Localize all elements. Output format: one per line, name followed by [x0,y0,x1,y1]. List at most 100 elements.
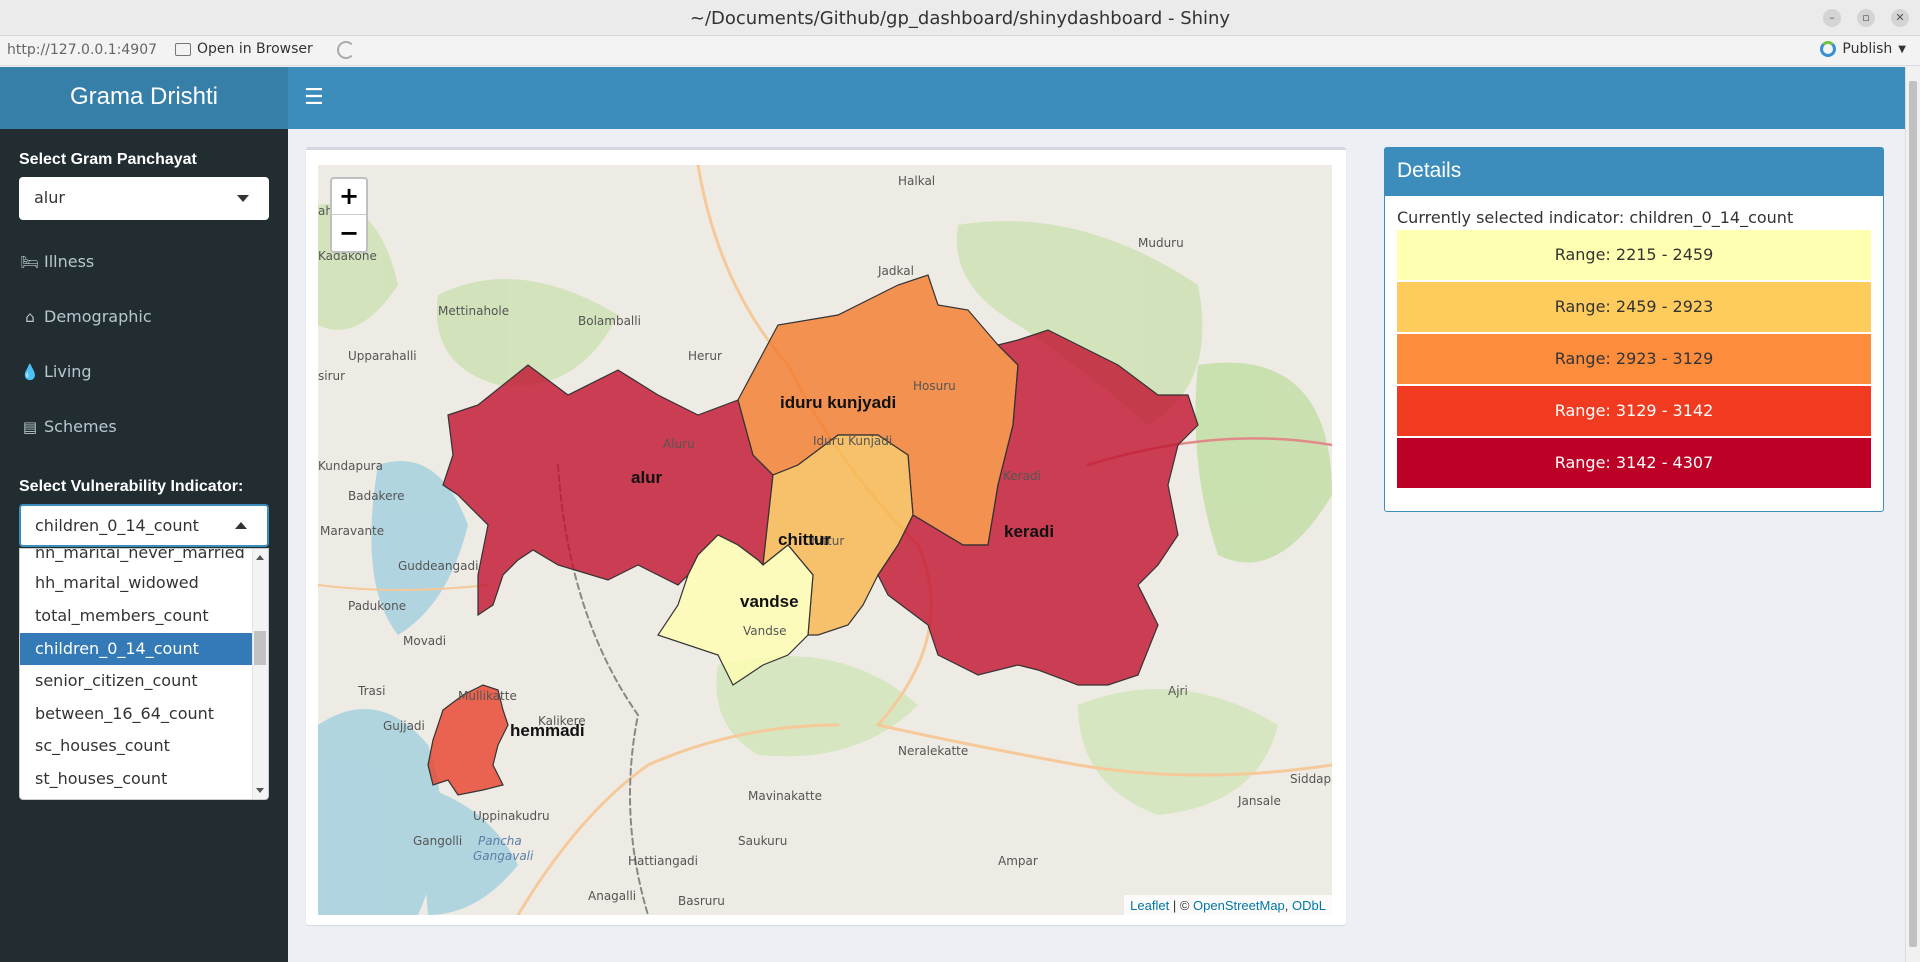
sidebar-toggle-icon[interactable]: ☰ [304,85,324,110]
publish-button[interactable]: Publish ▼ [1820,41,1906,57]
osm-link[interactable]: OpenStreetMap [1193,898,1285,913]
svg-text:Herur: Herur [688,349,722,363]
indicator-select-value: children_0_14_count [35,516,199,535]
legend-range-row: Range: 2459 - 2923 [1397,282,1871,332]
viewer-toolbar: http://127.0.0.1:4907 Open in Browser Pu… [0,36,1920,66]
scroll-up-icon[interactable] [256,555,264,560]
bed-icon: 🛏 [20,252,40,271]
shiny-app: Grama Drishti ☰ Select Gram Panchayat al… [0,67,1905,962]
svg-text:Aluru: Aluru [663,437,695,451]
map-attribution: Leaflet | © OpenStreetMap, ODbL [1124,895,1332,915]
gp-select[interactable]: alur [19,177,269,220]
map-canvas[interactable]: Halkal Muduru Jadkal Mettinahole Bolamba… [318,165,1332,915]
sidebar: Select Gram Panchayat alur 🛏 Illness ⌂ D… [0,129,288,962]
selected-indicator-text: Currently selected indicator: children_0… [1397,208,1871,227]
attribution-separator: | © [1169,898,1194,913]
sidebar-item-label: Schemes [44,417,117,436]
svg-text:Kundapura: Kundapura [318,459,383,473]
leaflet-map[interactable]: Halkal Muduru Jadkal Mettinahole Bolamba… [318,165,1332,915]
dropdown-option[interactable]: hh_marital_widowed [20,567,252,599]
details-title: Details [1385,148,1883,196]
svg-text:Bolamballi: Bolamballi [578,314,641,328]
dropdown-option[interactable]: sc_houses_count [20,730,252,762]
svg-text:Uppinakudru: Uppinakudru [473,809,550,823]
svg-text:Hattiangadi: Hattiangadi [628,854,698,868]
svg-text:sirur: sirur [318,369,345,383]
svg-text:Ampar: Ampar [998,854,1038,868]
svg-text:Iduru Kunjadi: Iduru Kunjadi [813,434,892,448]
browser-window-icon [175,42,191,56]
legend-range-row: Range: 3129 - 3142 [1397,386,1871,436]
attribution-comma: , [1284,898,1293,913]
dropdown-option[interactable]: between_16_64_count [20,698,252,730]
region-label-chittur: chittur [778,530,831,549]
details-box: Details Currently selected indicator: ch… [1384,147,1884,512]
indicator-select[interactable]: children_0_14_count [19,504,269,547]
window-title: ~/Documents/Github/gp_dashboard/shinydas… [689,8,1231,29]
map-box: Halkal Muduru Jadkal Mettinahole Bolamba… [306,147,1346,925]
svg-text:Neralekatte: Neralekatte [898,744,968,758]
page-scroll-thumb[interactable] [1909,81,1917,947]
svg-text:Vandse: Vandse [743,624,787,638]
dropdown-option-selected[interactable]: children_0_14_count [20,633,252,665]
home-icon: ⌂ [25,307,35,326]
top-navbar: ☰ [288,67,1905,129]
svg-text:Mavinakatte: Mavinakatte [748,789,822,803]
sidebar-item-illness[interactable]: 🛏 Illness [20,252,94,271]
open-in-browser-button[interactable]: Open in Browser [175,41,313,57]
chevron-down-icon: ▼ [1898,43,1906,55]
zoom-in-button[interactable]: + [332,179,366,215]
refresh-icon[interactable] [337,41,355,59]
svg-text:Guddeangadi: Guddeangadi [398,559,478,573]
sidebar-item-label: Demographic [44,307,152,326]
sidebar-item-living[interactable]: 💧 Living [20,362,92,381]
dropdown-option[interactable]: total_members_count [20,600,252,632]
legend-range-row: Range: 3142 - 4307 [1397,438,1871,488]
publish-icon [1820,41,1837,57]
legend-range-row: Range: 2923 - 3129 [1397,334,1871,384]
page-scrollbar[interactable] [1905,67,1920,962]
svg-text:Gangavali: Gangavali [473,849,534,863]
svg-text:Jansale: Jansale [1237,794,1281,808]
svg-text:Mullikatte: Mullikatte [458,689,517,703]
svg-text:Siddapura: Siddapura [1290,772,1332,786]
dropdown-option[interactable]: st_houses_count [20,763,252,795]
region-label-hemmadi: hemmadi [510,721,585,740]
scroll-down-icon[interactable] [256,788,264,793]
open-in-browser-label: Open in Browser [197,41,313,57]
sidebar-item-label: Living [44,362,92,381]
zoom-control: + − [330,177,368,253]
svg-text:Keradi: Keradi [1003,469,1041,483]
dropdown-option[interactable]: hh_marital_never_married [20,549,252,569]
close-button[interactable]: ✕ [1891,9,1909,27]
svg-text:Pancha: Pancha [478,834,522,848]
legend-range-row: Range: 2215 - 2459 [1397,230,1871,280]
sidebar-item-label: Illness [44,252,95,271]
minimize-button[interactable]: – [1823,9,1841,27]
svg-text:Gangolli: Gangolli [413,834,462,848]
svg-text:Maravante: Maravante [320,524,384,538]
svg-text:Muduru: Muduru [1138,236,1184,250]
dropdown-scroll-thumb[interactable] [254,631,266,665]
sidebar-item-schemes[interactable]: ▤ Schemes [20,417,117,436]
newspaper-icon: ▤ [22,417,38,436]
svg-text:Mettinahole: Mettinahole [438,304,509,318]
details-body: Currently selected indicator: children_0… [1385,196,1883,502]
odbl-link[interactable]: ODbL [1292,898,1326,913]
maximize-button[interactable]: ▫ [1857,9,1875,27]
indicator-select-label: Select Vulnerability Indicator: [19,478,244,495]
leaflet-link[interactable]: Leaflet [1130,898,1169,913]
indicator-prefix: Currently selected indicator: [1397,208,1630,227]
dropdown-option[interactable]: senior_citizen_count [20,665,252,697]
region-label-vandse: vandse [740,592,799,611]
svg-text:Hosuru: Hosuru [913,379,956,393]
svg-text:Badakere: Badakere [348,489,405,503]
indicator-dropdown[interactable]: hh_marital_never_married hh_marital_wido… [19,548,269,800]
app-logo[interactable]: Grama Drishti [0,67,288,129]
svg-text:Movadi: Movadi [403,634,446,648]
svg-text:Gujjadi: Gujjadi [383,719,425,733]
zoom-out-button[interactable]: − [332,216,366,252]
sidebar-item-demographic[interactable]: ⌂ Demographic [20,307,152,326]
dropdown-scrollbar[interactable] [252,549,268,799]
tint-icon: 💧 [20,362,40,381]
